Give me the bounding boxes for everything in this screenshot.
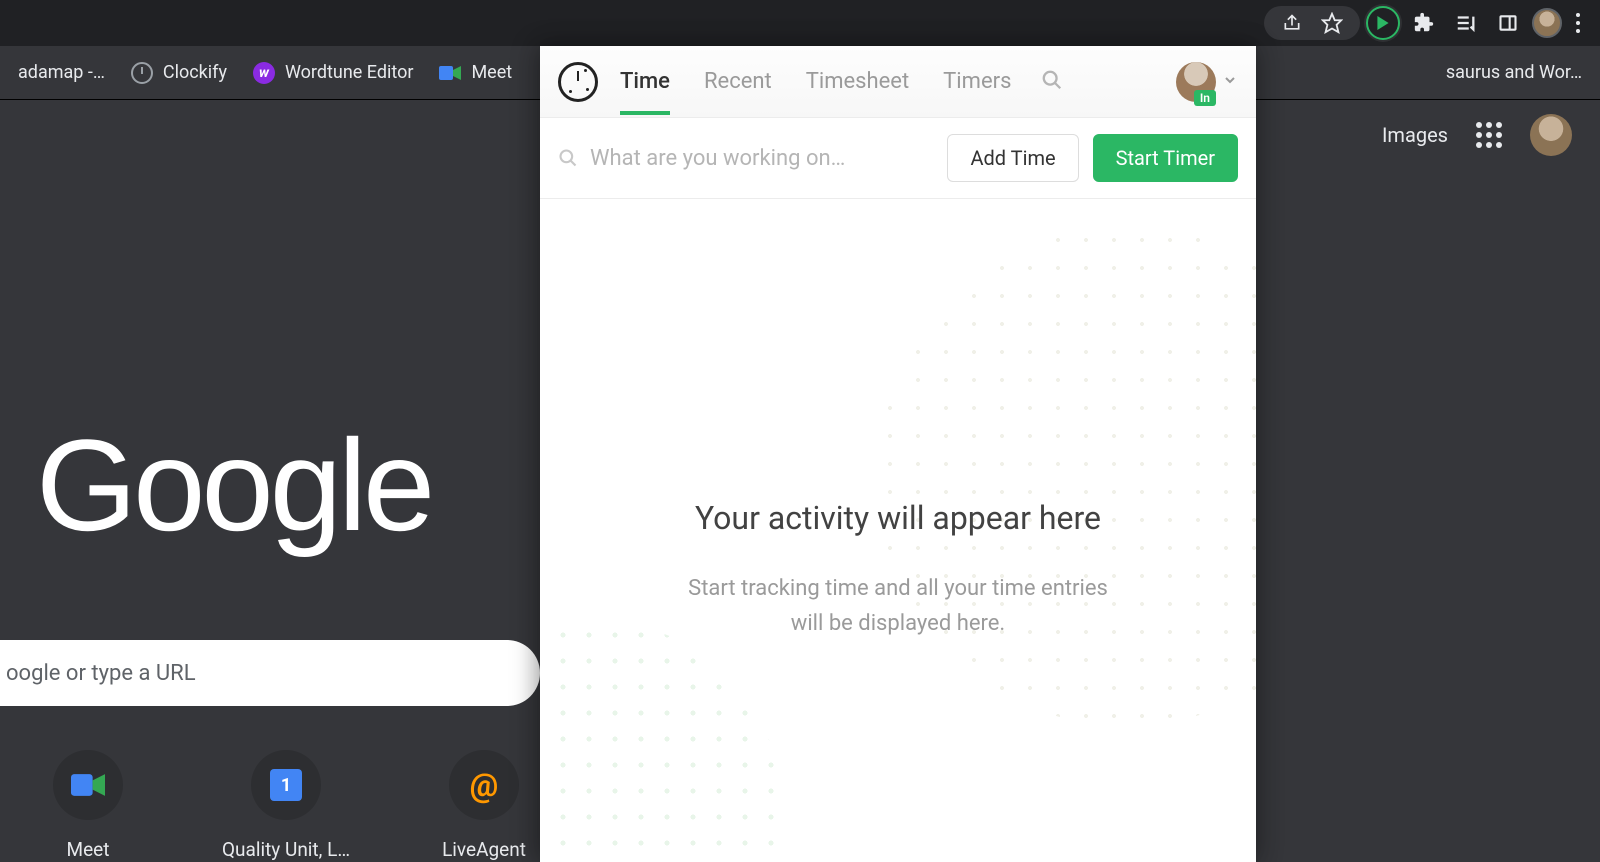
- google-account-avatar[interactable]: [1530, 114, 1572, 156]
- input-placeholder: What are you working on…: [590, 146, 845, 171]
- button-label: Start Timer: [1116, 146, 1215, 170]
- images-link[interactable]: Images: [1382, 123, 1448, 147]
- search-placeholder-text: oogle or type a URL: [6, 661, 196, 686]
- reading-list-icon[interactable]: [1448, 5, 1484, 41]
- brand-timer-icon[interactable]: [558, 62, 598, 102]
- chrome-profile-avatar[interactable]: [1532, 8, 1562, 38]
- tab-label: Timers: [943, 69, 1011, 94]
- shortcut-label: LiveAgent: [414, 838, 554, 861]
- calendar-icon: 1: [270, 769, 302, 801]
- liveagent-icon: @: [470, 766, 499, 804]
- bookmark-item[interactable]: Meet: [429, 56, 522, 90]
- ntp-shortcuts: Meet 1 Quality Unit, L… @ LiveAgent: [18, 750, 554, 861]
- tab-label: Recent: [704, 69, 772, 94]
- bookmark-item[interactable]: Clockify: [121, 56, 237, 90]
- shortcut-liveagent[interactable]: @ LiveAgent: [414, 750, 554, 861]
- profile-menu[interactable]: In: [1176, 62, 1238, 102]
- bookmark-item[interactable]: saurus and Wor…: [1446, 56, 1592, 89]
- clockify-icon: [131, 62, 153, 84]
- tab-time[interactable]: Time: [620, 49, 670, 114]
- shortcut-tile-icon: 1: [251, 750, 321, 820]
- chevron-down-icon: [1222, 72, 1238, 92]
- tab-label: Timesheet: [806, 69, 909, 94]
- omnibox-actions: [1264, 6, 1360, 40]
- share-icon[interactable]: [1274, 5, 1310, 41]
- shortcut-tile-icon: [53, 750, 123, 820]
- side-panel-icon[interactable]: [1490, 5, 1526, 41]
- extension-play-icon[interactable]: [1366, 6, 1400, 40]
- google-logo: Google: [36, 410, 431, 560]
- work-description-input[interactable]: What are you working on…: [558, 146, 933, 171]
- shortcut-tile-icon: @: [449, 750, 519, 820]
- ntp-search-box[interactable]: oogle or type a URL: [0, 640, 540, 706]
- bookmark-label: saurus and Wor…: [1446, 62, 1582, 83]
- tab-recent[interactable]: Recent: [704, 49, 772, 114]
- empty-state: Your activity will appear here Start tra…: [540, 199, 1256, 862]
- popup-tabs: Time Recent Timesheet Timers: [620, 49, 1011, 114]
- bookmark-label: Clockify: [163, 62, 227, 83]
- shortcut-label: Meet: [18, 838, 158, 861]
- start-timer-button[interactable]: Start Timer: [1093, 134, 1238, 182]
- bookmark-star-icon[interactable]: [1314, 5, 1350, 41]
- shortcut-quality-unit[interactable]: 1 Quality Unit, L…: [216, 750, 356, 861]
- action-row: What are you working on… Add Time Start …: [540, 118, 1256, 199]
- tab-timesheet[interactable]: Timesheet: [806, 49, 909, 114]
- shortcut-meet[interactable]: Meet: [18, 750, 158, 861]
- google-meet-icon: [439, 62, 461, 84]
- bookmark-item[interactable]: adamap -…: [8, 56, 115, 89]
- bookmark-label: adamap -…: [18, 62, 105, 83]
- bookmark-label: Wordtune Editor: [285, 62, 413, 83]
- shortcut-label: Quality Unit, L…: [216, 838, 356, 861]
- wordtune-icon: w: [253, 62, 275, 84]
- tab-label: Time: [620, 69, 670, 94]
- bookmark-label: Meet: [471, 62, 512, 83]
- chrome-menu-icon[interactable]: [1568, 13, 1588, 33]
- status-badge: In: [1194, 90, 1216, 106]
- bookmark-item[interactable]: w Wordtune Editor: [243, 56, 423, 90]
- time-tracker-popup: Time Recent Timesheet Timers In What are…: [540, 46, 1256, 862]
- chrome-toolbar: [0, 0, 1600, 46]
- empty-state-subtitle: Start tracking time and all your time en…: [688, 571, 1108, 641]
- empty-state-title: Your activity will appear here: [695, 499, 1101, 537]
- search-icon: [558, 148, 578, 168]
- popup-header: Time Recent Timesheet Timers In: [540, 46, 1256, 118]
- extensions-puzzle-icon[interactable]: [1406, 5, 1442, 41]
- button-label: Add Time: [970, 146, 1055, 170]
- tab-timers[interactable]: Timers: [943, 49, 1011, 114]
- google-apps-icon[interactable]: [1476, 122, 1502, 148]
- add-time-button[interactable]: Add Time: [947, 134, 1078, 182]
- search-icon[interactable]: [1041, 69, 1063, 95]
